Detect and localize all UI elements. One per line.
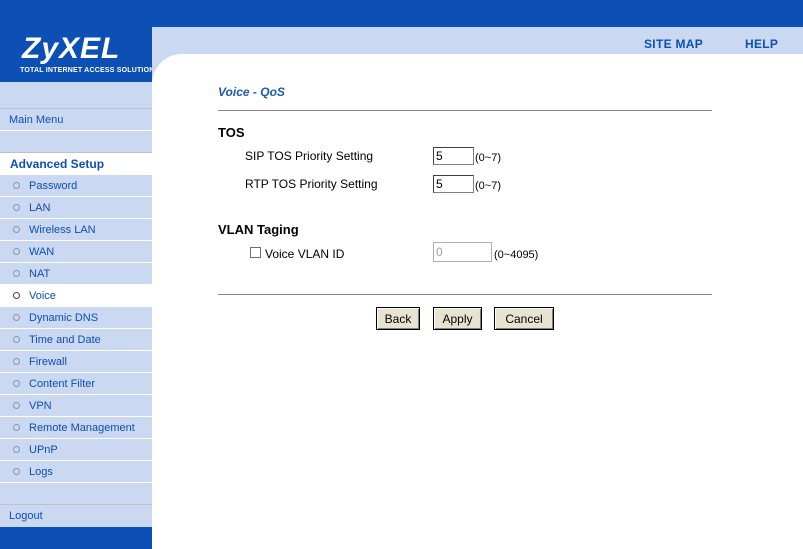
- sidebar-item-logout[interactable]: Logout: [0, 504, 152, 526]
- sidebar-item-content-filter[interactable]: Content Filter: [0, 372, 152, 394]
- voice-vlan-checkbox[interactable]: [250, 247, 261, 258]
- back-button[interactable]: Back: [376, 307, 420, 330]
- sidebar-heading-advanced-setup[interactable]: Advanced Setup: [0, 152, 152, 174]
- radio-bullet-icon: [13, 380, 20, 387]
- page-title: Voice - QoS: [218, 85, 285, 99]
- sidebar-item-label: Wireless LAN: [29, 223, 96, 236]
- tos-heading: TOS: [218, 125, 245, 140]
- sidebar-item-label: Content Filter: [29, 377, 96, 390]
- apply-button[interactable]: Apply: [433, 307, 482, 330]
- sidebar-item-nat[interactable]: NAT: [0, 262, 152, 284]
- sidebar-item-password[interactable]: Password: [0, 174, 152, 196]
- voice-vlan-label: Voice VLAN ID: [265, 247, 345, 261]
- content-corner: [152, 54, 212, 114]
- sidebar-item-label: Password: [29, 179, 78, 192]
- sidebar-item-wireless-lan[interactable]: Wireless LAN: [0, 218, 152, 240]
- sidebar-item-wan[interactable]: WAN: [0, 240, 152, 262]
- sip-tos-range: (0~7): [475, 152, 501, 164]
- radio-bullet-icon: [13, 248, 20, 255]
- sidebar-item-label: NAT: [29, 267, 51, 280]
- radio-bullet-icon: [13, 226, 20, 233]
- logo-text: ZyXEL: [22, 32, 121, 65]
- divider: [218, 110, 712, 112]
- top-bar: [0, 0, 803, 27]
- rtp-tos-input[interactable]: [433, 175, 474, 193]
- divider: [218, 294, 712, 296]
- sidebar-item-vpn[interactable]: VPN: [0, 394, 152, 416]
- zyxel-logo: ZyXEL TOTAL INTERNET ACCESS SOLUTION: [0, 27, 155, 82]
- radio-bullet-icon: [13, 270, 20, 277]
- radio-bullet-icon: [13, 336, 20, 343]
- voice-vlan-range: (0~4095): [494, 249, 539, 261]
- sidebar-item-dynamic-dns[interactable]: Dynamic DNS: [0, 306, 152, 328]
- sidebar-item-voice[interactable]: Voice: [0, 284, 152, 306]
- vlan-heading: VLAN Taging: [218, 222, 299, 237]
- rtp-tos-range: (0~7): [475, 180, 501, 192]
- sidebar-item-remote-management[interactable]: Remote Management: [0, 416, 152, 438]
- sidebar-bottom-bar: [0, 527, 152, 549]
- sidebar: Main Menu Advanced Setup Password LAN Wire…: [0, 82, 152, 549]
- sidebar-item-label: Voice: [29, 289, 56, 302]
- voice-vlan-input[interactable]: [433, 242, 492, 262]
- sidebar-item-firewall[interactable]: Firewall: [0, 350, 152, 372]
- rtp-tos-label: RTP TOS Priority Setting: [245, 177, 378, 191]
- sip-tos-label: SIP TOS Priority Setting: [245, 149, 374, 163]
- radio-bullet-icon: [13, 182, 20, 189]
- sidebar-item-upnp[interactable]: UPnP: [0, 438, 152, 460]
- sidebar-item-label: Dynamic DNS: [29, 311, 99, 324]
- sidebar-item-label: Time and Date: [29, 333, 101, 346]
- sidebar-item-label: WAN: [29, 245, 55, 258]
- sidebar-item-label: UPnP: [29, 443, 58, 456]
- sidebar-item-label: Firewall: [29, 355, 67, 368]
- header-band: [152, 27, 803, 54]
- sidebar-top-gap: [0, 82, 152, 108]
- site-map-link[interactable]: SITE MAP: [644, 37, 703, 51]
- sidebar-item-time-and-date[interactable]: Time and Date: [0, 328, 152, 350]
- radio-bullet-icon: [13, 292, 20, 299]
- sip-tos-input[interactable]: [433, 147, 474, 165]
- cancel-button[interactable]: Cancel: [494, 307, 554, 330]
- sidebar-item-label: VPN: [29, 399, 52, 412]
- radio-bullet-icon: [13, 358, 20, 365]
- radio-bullet-icon: [13, 314, 20, 321]
- sidebar-spacer: [0, 130, 152, 152]
- radio-bullet-icon: [13, 204, 20, 211]
- sidebar-item-label: Remote Management: [29, 421, 135, 434]
- help-link[interactable]: HELP: [745, 37, 778, 51]
- logo-tagline: TOTAL INTERNET ACCESS SOLUTION: [20, 67, 155, 74]
- content-area: [152, 54, 803, 549]
- radio-bullet-icon: [13, 424, 20, 431]
- radio-bullet-icon: [13, 402, 20, 409]
- sidebar-item-lan[interactable]: LAN: [0, 196, 152, 218]
- sidebar-item-main-menu[interactable]: Main Menu: [0, 108, 152, 130]
- sidebar-item-label: Logs: [29, 465, 53, 478]
- sidebar-item-logs[interactable]: Logs: [0, 460, 152, 482]
- radio-bullet-icon: [13, 446, 20, 453]
- sidebar-item-label: LAN: [29, 201, 51, 214]
- radio-bullet-icon: [13, 468, 20, 475]
- sidebar-spacer: [0, 482, 152, 504]
